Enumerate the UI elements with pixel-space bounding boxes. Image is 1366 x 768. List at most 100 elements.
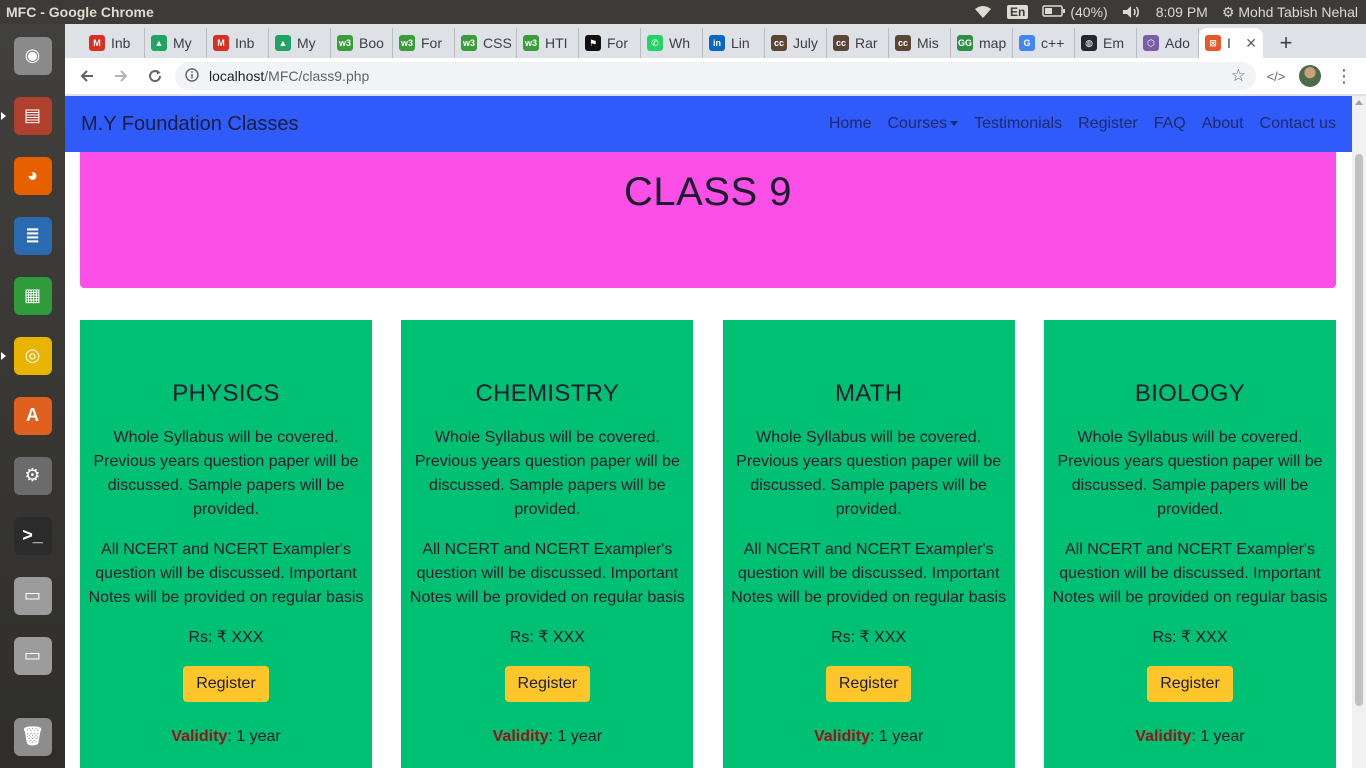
validity-label: Validity: [813, 728, 870, 745]
tab-favicon-icon: ⚑: [585, 35, 601, 51]
tab-favicon-icon: w3: [337, 35, 353, 51]
launcher-item[interactable]: A: [7, 390, 59, 441]
reload-button[interactable]: [141, 62, 169, 90]
launcher-trash[interactable]: 🗑: [7, 711, 59, 762]
launcher-item[interactable]: ≣: [7, 210, 59, 261]
validity-value: : 1 year: [869, 728, 924, 745]
menu-kebab-icon[interactable]: ⋮: [1330, 62, 1358, 90]
session-menu[interactable]: ⚙ Mohd Tabish Nehal: [1222, 4, 1358, 21]
register-button-math[interactable]: Register: [825, 666, 912, 702]
browser-tab[interactable]: in Lin: [703, 28, 765, 58]
tab-label: c++: [1041, 35, 1065, 51]
tab-favicon-icon: M: [89, 35, 105, 51]
nav-testimonials[interactable]: Testimonials: [974, 115, 1062, 133]
tab-favicon-icon: ▲: [151, 35, 167, 51]
tab-label: Wh: [669, 35, 690, 51]
tab-active[interactable]: ⊠ I ✕: [1199, 28, 1263, 58]
system-top-panel: MFC - Google Chrome En (40%) 8:09 PM ⚙ M…: [0, 0, 1366, 24]
calc-icon: ▦: [13, 276, 52, 315]
keyboard-layout-label: En: [1006, 5, 1029, 19]
browser-tab[interactable]: M Inb: [83, 28, 145, 58]
launcher-item[interactable]: >_: [7, 510, 59, 561]
launcher-item[interactable]: ◕: [7, 150, 59, 201]
profile-avatar[interactable]: [1296, 62, 1324, 90]
launcher: ◉ ▤ ◕ ≣ ▦ ◎ A ⚙ >_ ▭ ▭ 🗑: [0, 24, 65, 768]
browser-tab[interactable]: ▲ My: [269, 28, 331, 58]
nav-courses-dropdown[interactable]: Courses: [888, 115, 959, 133]
browser-tab[interactable]: cc July: [765, 28, 827, 58]
nav-register[interactable]: Register: [1078, 115, 1138, 133]
nav-contact[interactable]: Contact us: [1260, 115, 1336, 133]
bookmark-star-icon[interactable]: ☆: [1231, 66, 1246, 86]
clock[interactable]: 8:09 PM: [1156, 4, 1208, 20]
browser-tab[interactable]: ◍ Em: [1075, 28, 1137, 58]
tab-label: My: [297, 35, 316, 51]
nav-faq[interactable]: FAQ: [1154, 115, 1186, 133]
tab-label: Inb: [235, 35, 255, 51]
wifi-icon[interactable]: [973, 5, 993, 19]
drive-icon: ▭: [13, 576, 52, 615]
scroll-up-arrow-icon[interactable]: [1355, 100, 1363, 105]
browser-tab[interactable]: ⬡ Ado: [1137, 28, 1199, 58]
scrollbar-thumb[interactable]: [1355, 154, 1363, 706]
launcher-item[interactable]: ▭: [7, 570, 59, 621]
battery-icon: [1042, 4, 1066, 20]
launcher-item[interactable]: ▭: [7, 630, 59, 681]
gear-icon: ⚙: [1221, 3, 1235, 20]
tab-label: Boo: [359, 35, 384, 51]
browser-tab[interactable]: w3 CSS: [455, 28, 517, 58]
avatar: [1299, 65, 1321, 87]
tab-label: My: [173, 35, 192, 51]
validity-label: Validity: [1135, 728, 1192, 745]
browser-tab[interactable]: ✆ Wh: [641, 28, 703, 58]
nav-about[interactable]: About: [1202, 115, 1244, 133]
course-card-chemistry: CHEMISTRY Whole Syllabus will be covered…: [401, 320, 694, 768]
course-card-physics: PHYSICS Whole Syllabus will be covered. …: [80, 320, 372, 768]
course-validity: Validity: 1 year: [1052, 728, 1328, 746]
course-title: BIOLOGY: [1134, 380, 1246, 407]
browser-tab[interactable]: ▲ My: [145, 28, 207, 58]
browser-tab[interactable]: M Inb: [207, 28, 269, 58]
close-tab-icon[interactable]: ✕: [1245, 35, 1257, 52]
browser-tab[interactable]: ⚑ For: [579, 28, 641, 58]
browser-tab[interactable]: GG map: [951, 28, 1013, 58]
tab-favicon-icon: cc: [771, 35, 787, 51]
site-brand[interactable]: M.Y Foundation Classes: [81, 113, 299, 136]
browser-tab[interactable]: Gc++: [1013, 28, 1075, 58]
page-scrollbar[interactable]: [1352, 96, 1366, 768]
register-button-chemistry[interactable]: Register: [504, 666, 591, 702]
browser-tab[interactable]: w3 Boo: [331, 28, 393, 58]
launcher-item[interactable]: ⚙: [7, 450, 59, 501]
forward-button[interactable]: [107, 62, 135, 90]
browser-tab[interactable]: w3 HTI: [517, 28, 579, 58]
back-arrow-icon: [80, 70, 93, 82]
battery-indicator[interactable]: (40%): [1042, 4, 1108, 20]
course-notes: All NCERT and NCERT Exampler's question …: [1052, 541, 1328, 606]
volume-icon[interactable]: [1122, 5, 1142, 19]
launcher-item[interactable]: ◉: [7, 30, 59, 81]
url-path: /MFC/class9.php: [264, 68, 370, 84]
new-tab-button[interactable]: +: [1271, 28, 1301, 58]
launcher-item[interactable]: ◎: [0, 330, 59, 381]
course-notes: All NCERT and NCERT Exampler's question …: [409, 541, 685, 606]
course-price: Rs: ₹ XXX: [831, 629, 907, 646]
info-icon[interactable]: [185, 67, 199, 85]
tab-favicon-icon: GG: [957, 35, 973, 51]
tab-favicon-icon: ⊠: [1205, 35, 1221, 51]
back-button[interactable]: [73, 62, 101, 90]
code-extension-icon[interactable]: </>: [1262, 62, 1290, 90]
launcher-item[interactable]: ▤: [0, 90, 59, 141]
register-button-physics[interactable]: Register: [183, 666, 269, 702]
register-button-biology[interactable]: Register: [1147, 666, 1233, 702]
running-indicator: [0, 352, 6, 360]
browser-tab[interactable]: w3 For: [393, 28, 455, 58]
address-bar[interactable]: localhost/MFC/class9.php ☆: [175, 62, 1256, 90]
course-card-biology: BIOLOGY Whole Syllabus will be covered. …: [1043, 320, 1336, 768]
launcher-item[interactable]: ▦: [7, 270, 59, 321]
browser-tab[interactable]: cc Rar: [827, 28, 889, 58]
keyboard-layout-indicator[interactable]: En: [1006, 5, 1029, 19]
validity-value: : 1 year: [1191, 728, 1245, 745]
tab-label: Mis: [917, 35, 939, 51]
nav-home[interactable]: Home: [829, 115, 872, 133]
browser-tab[interactable]: cc Mis: [889, 28, 951, 58]
